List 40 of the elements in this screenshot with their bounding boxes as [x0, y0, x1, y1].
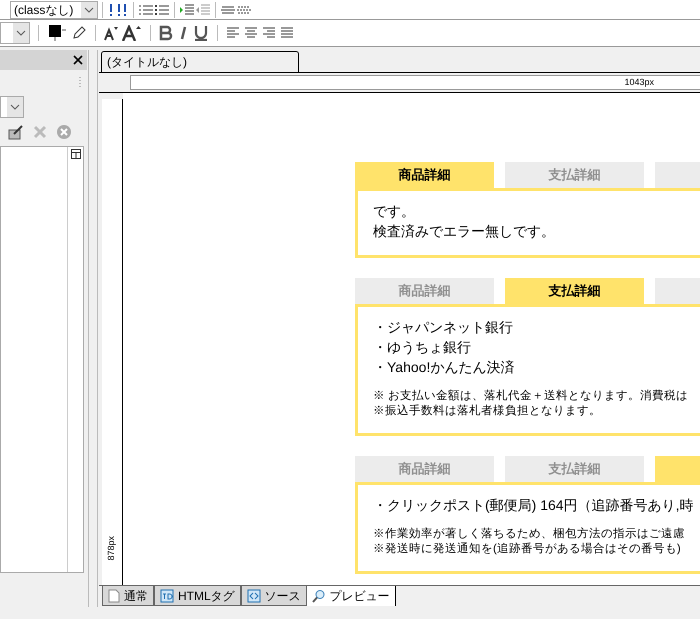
caret-icon	[10, 104, 20, 110]
caret-icon	[16, 30, 26, 36]
search-icon	[312, 589, 326, 603]
edit-icon[interactable]	[8, 124, 24, 140]
underline-icon[interactable]	[193, 25, 209, 41]
note-text: ※発送時に発送通知を(追跡番号がある場合はその番号も)	[373, 542, 682, 557]
caret-icon	[84, 6, 94, 12]
pencil-icon[interactable]	[71, 25, 87, 41]
font-smaller-icon[interactable]	[104, 25, 118, 41]
panel-text: 検査済みでエラー無しです。	[373, 222, 556, 241]
view-tab[interactable]: 通常	[102, 586, 154, 606]
note-text: ※振込手数料は落札者様負担となります。	[373, 404, 602, 419]
section-tab[interactable]: 商品詳細	[355, 162, 494, 188]
view-tab[interactable]: HTMLタグ	[154, 586, 241, 606]
view-tab[interactable]: プレビュー	[306, 586, 396, 606]
code-icon	[246, 588, 261, 602]
panel-text: です。	[373, 202, 416, 221]
class-select[interactable]: (classなし)	[10, 0, 98, 18]
close-icon[interactable]	[73, 55, 83, 65]
horizontal-ruler: 1043px	[130, 75, 700, 90]
bold-icon[interactable]	[159, 25, 173, 41]
panel-text: ・ジャパンネット銀行	[373, 318, 514, 337]
panel-text: ・ゆうちょ銀行	[373, 338, 472, 357]
panel-text: ・クリックポスト(郵便局) 164円（追跡番号あり,時	[373, 496, 694, 515]
note-text: ※ お支払い金額は、落札代金＋送料となります。消費税は	[373, 389, 690, 404]
indent-icon[interactable]	[179, 2, 195, 18]
ruler-height-label: 878px	[105, 536, 118, 561]
exclamation-icon[interactable]	[107, 2, 115, 18]
panel-text: ・Yahoo!かんたん決済	[373, 358, 516, 377]
tag-icon	[160, 588, 174, 602]
panel-select[interactable]	[0, 96, 24, 118]
document-tab[interactable]: (タイトルなし)	[101, 51, 299, 72]
text-color-icon[interactable]	[47, 25, 67, 41]
view-tab[interactable]: ソース	[240, 586, 307, 606]
page-icon	[108, 588, 120, 602]
section-tab[interactable]: 支払詳細	[505, 278, 644, 304]
double-exclamation-icon[interactable]	[115, 2, 129, 18]
font-larger-icon[interactable]	[122, 25, 142, 41]
note-text: ※作業効率が著しく落ちるため、梱包方法の指示はご遠慮	[373, 527, 686, 542]
table-icon[interactable]	[70, 149, 80, 159]
